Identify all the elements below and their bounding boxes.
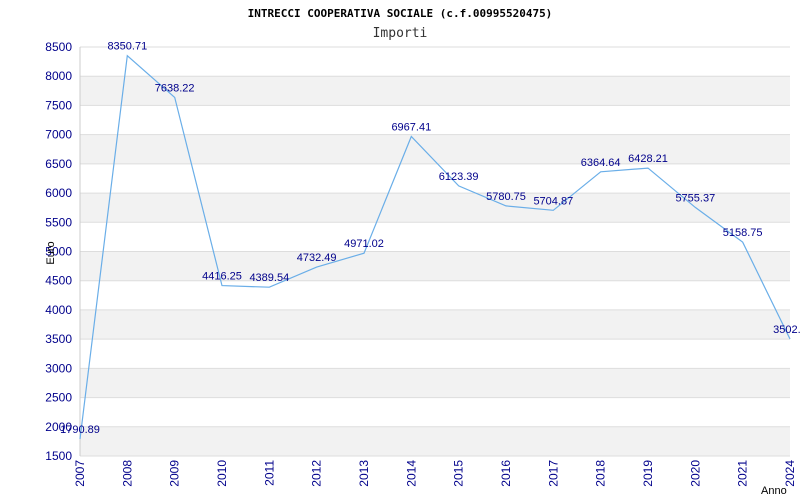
- y-tick-label: 4500: [45, 274, 72, 288]
- grid-bands: [79, 46, 790, 457]
- data-label: 6967.41: [391, 122, 431, 134]
- data-label: 4416.25: [202, 271, 242, 283]
- y-tick-label: 5500: [45, 215, 72, 229]
- x-tick-label: 2019: [641, 460, 655, 487]
- x-tick-label: 2016: [499, 460, 513, 487]
- y-tick-label: 8000: [45, 69, 72, 83]
- x-tick-label: 2015: [452, 460, 466, 487]
- data-label: 5704.87: [533, 195, 573, 207]
- data-label: 7638.22: [155, 82, 195, 94]
- x-tick-label: 2013: [357, 460, 371, 487]
- grid-band: [80, 426, 790, 456]
- y-tick-label: 6500: [45, 157, 72, 171]
- y-tick-label: 1500: [45, 449, 72, 463]
- grid-band: [80, 251, 790, 281]
- x-tick-label: 2012: [310, 460, 324, 487]
- y-tick-label: 4000: [45, 303, 72, 317]
- grid-band: [80, 368, 790, 398]
- x-tick-label: 2018: [594, 460, 608, 487]
- data-label: 5755.37: [675, 192, 715, 204]
- x-tick-label: 2021: [736, 460, 750, 487]
- x-tick-label: 2008: [120, 460, 134, 487]
- x-axis-label: Anno: [761, 485, 787, 497]
- y-tick-label: 2500: [45, 391, 72, 405]
- y-tick-label: 3500: [45, 332, 72, 346]
- data-label: 1790.89: [60, 424, 100, 436]
- y-tick-label: 7500: [45, 98, 72, 112]
- data-label: 3502.9: [773, 324, 800, 336]
- y-axis-label: Euro: [45, 241, 57, 264]
- y-tick-label: 3000: [45, 361, 72, 375]
- data-label: 5780.75: [486, 191, 526, 203]
- x-tick-label: 2010: [215, 460, 229, 487]
- y-tick-label: 8500: [45, 40, 72, 54]
- x-tick-label: 2020: [688, 460, 702, 487]
- x-tick-label: 2024: [783, 460, 797, 487]
- data-label: 6123.39: [439, 171, 479, 183]
- y-tick-label: 7000: [45, 128, 72, 142]
- x-tick-label: 2017: [546, 460, 560, 487]
- y-tick-label: 6000: [45, 186, 72, 200]
- x-tick-label: 2011: [262, 460, 276, 486]
- data-label: 6364.64: [581, 157, 621, 169]
- data-label: 4389.54: [249, 272, 289, 284]
- x-tick-label: 2009: [168, 460, 182, 487]
- chart-subtitle: Importi: [373, 26, 428, 41]
- grid-band: [80, 309, 790, 340]
- data-label: 6428.21: [628, 153, 668, 165]
- grid-band: [80, 134, 790, 164]
- data-label: 4971.02: [344, 238, 384, 250]
- chart-title: INTRECCI COOPERATIVA SOCIALE (c.f.009955…: [248, 7, 553, 20]
- line-chart: INTRECCI COOPERATIVA SOCIALE (c.f.009955…: [45, 7, 800, 497]
- x-tick-label: 2014: [404, 460, 418, 487]
- data-label: 4732.49: [297, 252, 337, 264]
- data-label: 8350.71: [107, 41, 147, 53]
- x-axis-ticks: 2007 2008 2009 2010 2011 2012 2013 2014 2015 2016…: [73, 460, 797, 487]
- x-tick-label: 2007: [73, 460, 87, 487]
- data-label: 5158.75: [723, 227, 763, 239]
